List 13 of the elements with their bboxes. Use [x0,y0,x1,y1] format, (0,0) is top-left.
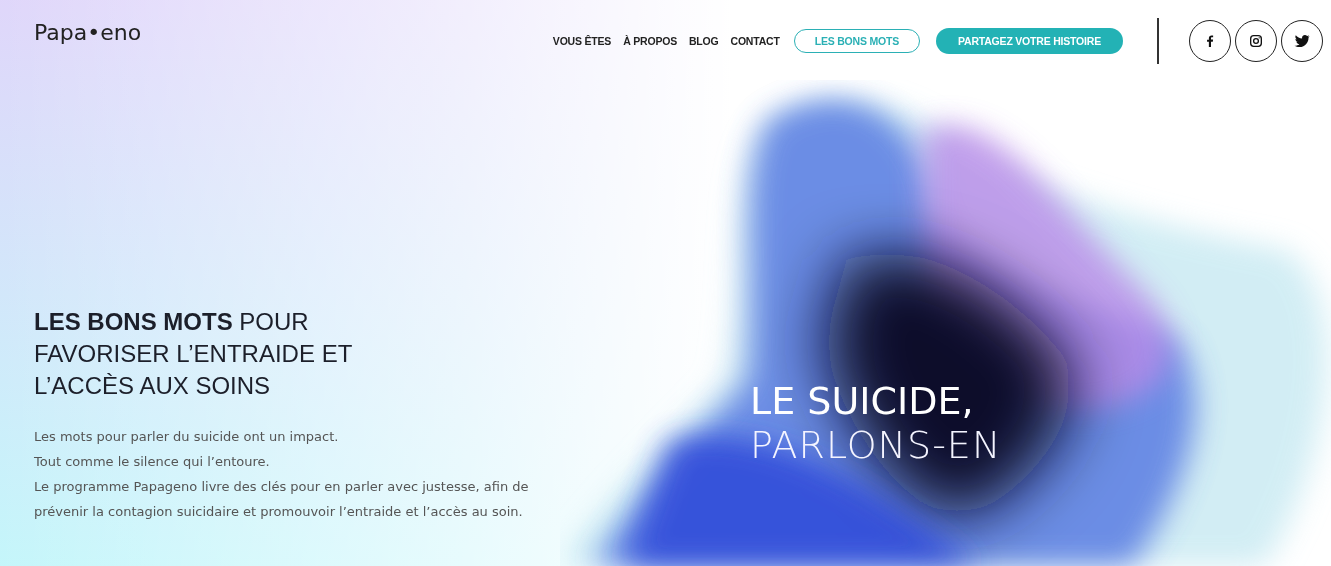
nav-link[interactable]: BLOG [689,35,719,47]
facebook-icon[interactable] [1189,20,1231,62]
logo[interactable]: Papa•eno [34,20,142,45]
intro-text: Les mots pour parler du suicide ont un impact. [34,428,340,446]
hero-title: PARLONS-EN [750,423,1002,467]
intro-text: Le programme Papageno livre des clés pour en parler avec justesse, afin de prévenir la contagion suicidaire et promouvoir l’entraide et l’accès au soin. [34,478,530,521]
twitter-icon[interactable] [1281,20,1323,62]
instagram-icon[interactable] [1235,20,1277,62]
intro-text: Tout comme le silence qui l’entoure. [34,453,271,471]
nav-link[interactable]: À PROPOS [623,35,677,47]
nav-link[interactable]: CONTACT [730,35,780,47]
hero-headline: LES BONS MOTS POUR FAVORISER L’ENTRAIDE ET L’ACCÈS AUX SOINS [34,307,353,401]
nav-link[interactable]: VOUS ÊTES [552,35,612,47]
